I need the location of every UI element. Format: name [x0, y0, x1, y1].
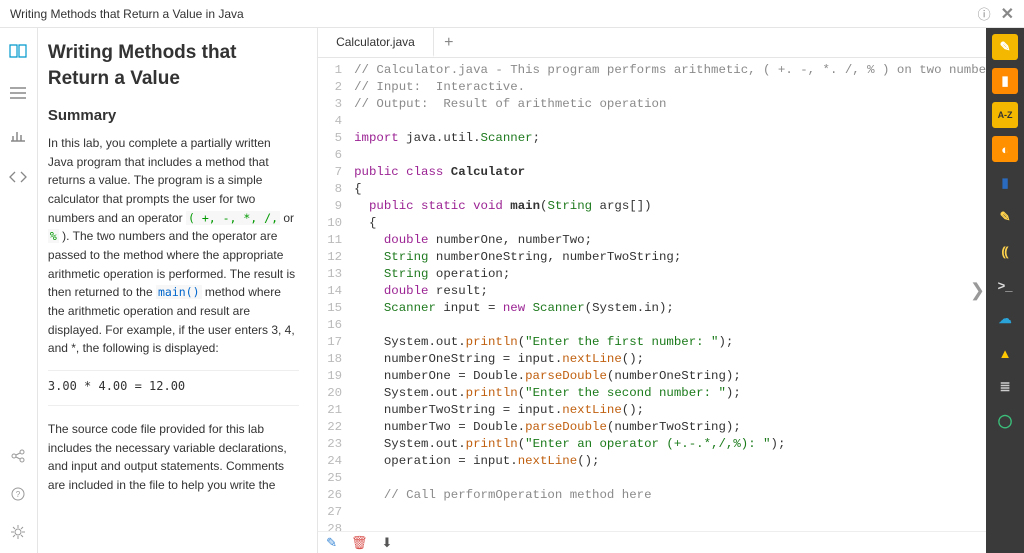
editor-pane: Calculator.java + 1234567891011121314151…	[317, 28, 986, 553]
tool-button[interactable]: ▮	[992, 170, 1018, 196]
tool-button[interactable]: ☁	[992, 306, 1018, 332]
list-icon[interactable]	[9, 84, 27, 102]
download-icon[interactable]: ⬇	[382, 535, 393, 551]
page-title: Writing Methods that Return a Value	[48, 40, 299, 91]
tool-button[interactable]: ≣	[992, 374, 1018, 400]
tool-button[interactable]: ✎	[992, 34, 1018, 60]
summary-heading: Summary	[48, 107, 299, 124]
edit-icon[interactable]: ✎	[326, 535, 337, 551]
tab-add[interactable]: +	[434, 28, 464, 57]
editor-toolbar: ✎ 🗑 ⬇	[318, 531, 986, 553]
tool-button[interactable]: A-Z	[992, 102, 1018, 128]
svg-text:?: ?	[16, 490, 21, 499]
scroll-indicator[interactable]: ❯	[970, 280, 985, 301]
trash-icon[interactable]: 🗑	[351, 535, 368, 551]
tool-button[interactable]: ◯	[992, 408, 1018, 434]
info-icon[interactable]: ⓘ	[978, 4, 991, 23]
source-paragraph: The source code file provided for this l…	[48, 420, 299, 494]
right-rail: ✎ ▮ A-Z ◐ ▮ ✎ ⸨ >_ ☁ ▲ ≣ ◯	[986, 28, 1024, 553]
instructions-panel: Writing Methods that Return a Value Summ…	[38, 28, 317, 553]
tab-calculator[interactable]: Calculator.java	[318, 28, 434, 57]
tool-button[interactable]: >_	[992, 272, 1018, 298]
share-icon[interactable]	[9, 447, 27, 465]
tool-button[interactable]: ◐	[992, 136, 1018, 162]
tool-button[interactable]: ⸨	[992, 238, 1018, 264]
close-icon[interactable]: ✕	[1001, 4, 1014, 24]
code-editor[interactable]: 1234567891011121314151617181920212223242…	[318, 58, 986, 553]
title-text: Writing Methods that Return a Value in J…	[10, 7, 244, 21]
left-rail: ?	[0, 28, 38, 553]
titlebar: Writing Methods that Return a Value in J…	[0, 0, 1024, 28]
help-icon[interactable]: ?	[9, 485, 27, 503]
summary-paragraph: In this lab, you complete a partially wr…	[48, 134, 299, 358]
example-output: 3.00 * 4.00 = 12.00	[48, 370, 299, 406]
editor-tabs: Calculator.java +	[318, 28, 986, 58]
tool-button[interactable]: ▲	[992, 340, 1018, 366]
gear-icon[interactable]	[9, 523, 27, 541]
code-lines[interactable]: // Calculator.java - This program perfor…	[348, 58, 986, 553]
tool-button[interactable]: ▮	[992, 68, 1018, 94]
tool-button[interactable]: ✎	[992, 204, 1018, 230]
code-icon[interactable]	[9, 168, 27, 186]
book-icon[interactable]	[9, 42, 27, 60]
line-gutter: 1234567891011121314151617181920212223242…	[318, 58, 348, 553]
chart-icon[interactable]	[9, 126, 27, 144]
